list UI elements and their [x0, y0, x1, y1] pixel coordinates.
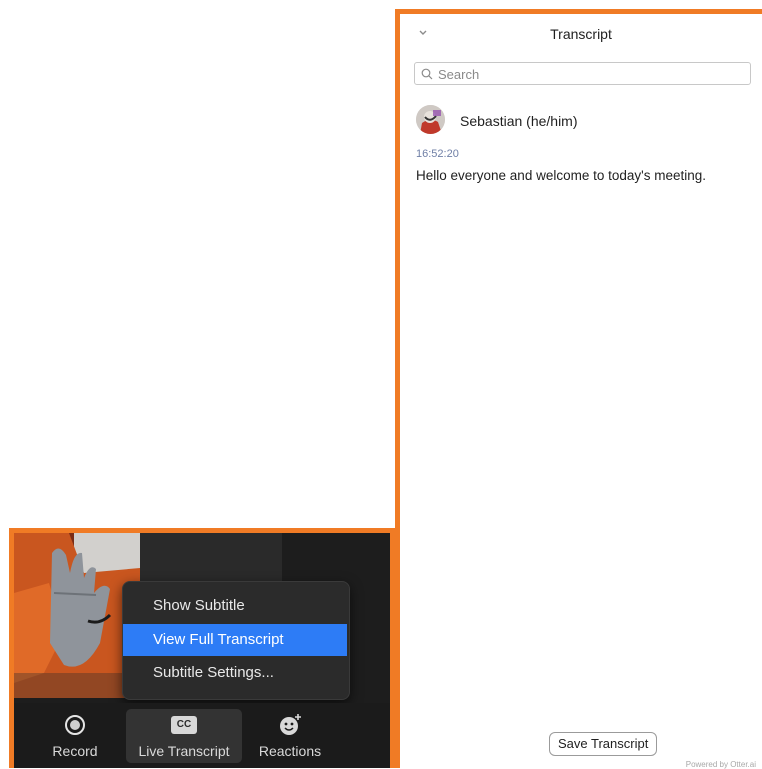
live-transcript-label: Live Transcript — [138, 743, 230, 759]
avatar — [416, 105, 445, 134]
reactions-label: Reactions — [258, 743, 322, 759]
save-transcript-button[interactable]: Save Transcript — [549, 732, 658, 756]
live-transcript-menu: Show Subtitle View Full Transcript Subti… — [122, 581, 350, 700]
record-label: Record — [52, 743, 98, 759]
record-button[interactable]: Record — [36, 709, 114, 763]
cc-icon: CC — [171, 716, 197, 734]
panel-header: Transcript — [400, 14, 762, 54]
transcript-panel: Transcript Search Sebastian (he/him) 16:… — [395, 9, 762, 769]
speaker-name: Sebastian (he/him) — [460, 113, 578, 129]
video-area: Show Subtitle View Full Transcript Subti… — [14, 533, 390, 703]
meeting-window: Show Subtitle View Full Transcript Subti… — [9, 528, 395, 768]
reactions-button[interactable]: Reactions — [250, 709, 330, 763]
search-placeholder: Search — [438, 67, 480, 82]
meeting-toolbar: Record CC Live Transcript Reactions — [14, 703, 390, 768]
menu-item-subtitle-settings[interactable]: Subtitle Settings... — [123, 657, 347, 689]
menu-item-view-full-transcript[interactable]: View Full Transcript — [123, 624, 347, 656]
search-input[interactable]: Search — [414, 62, 751, 85]
reactions-icon — [280, 714, 301, 735]
menu-item-show-subtitle[interactable]: Show Subtitle — [123, 590, 347, 622]
transcript-text: Hello everyone and welcome to today's me… — [416, 168, 706, 183]
live-transcript-button[interactable]: CC Live Transcript — [126, 709, 242, 763]
search-icon — [421, 68, 433, 80]
panel-title: Transcript — [550, 26, 612, 42]
record-icon — [65, 715, 85, 735]
timestamp: 16:52:20 — [416, 148, 459, 160]
